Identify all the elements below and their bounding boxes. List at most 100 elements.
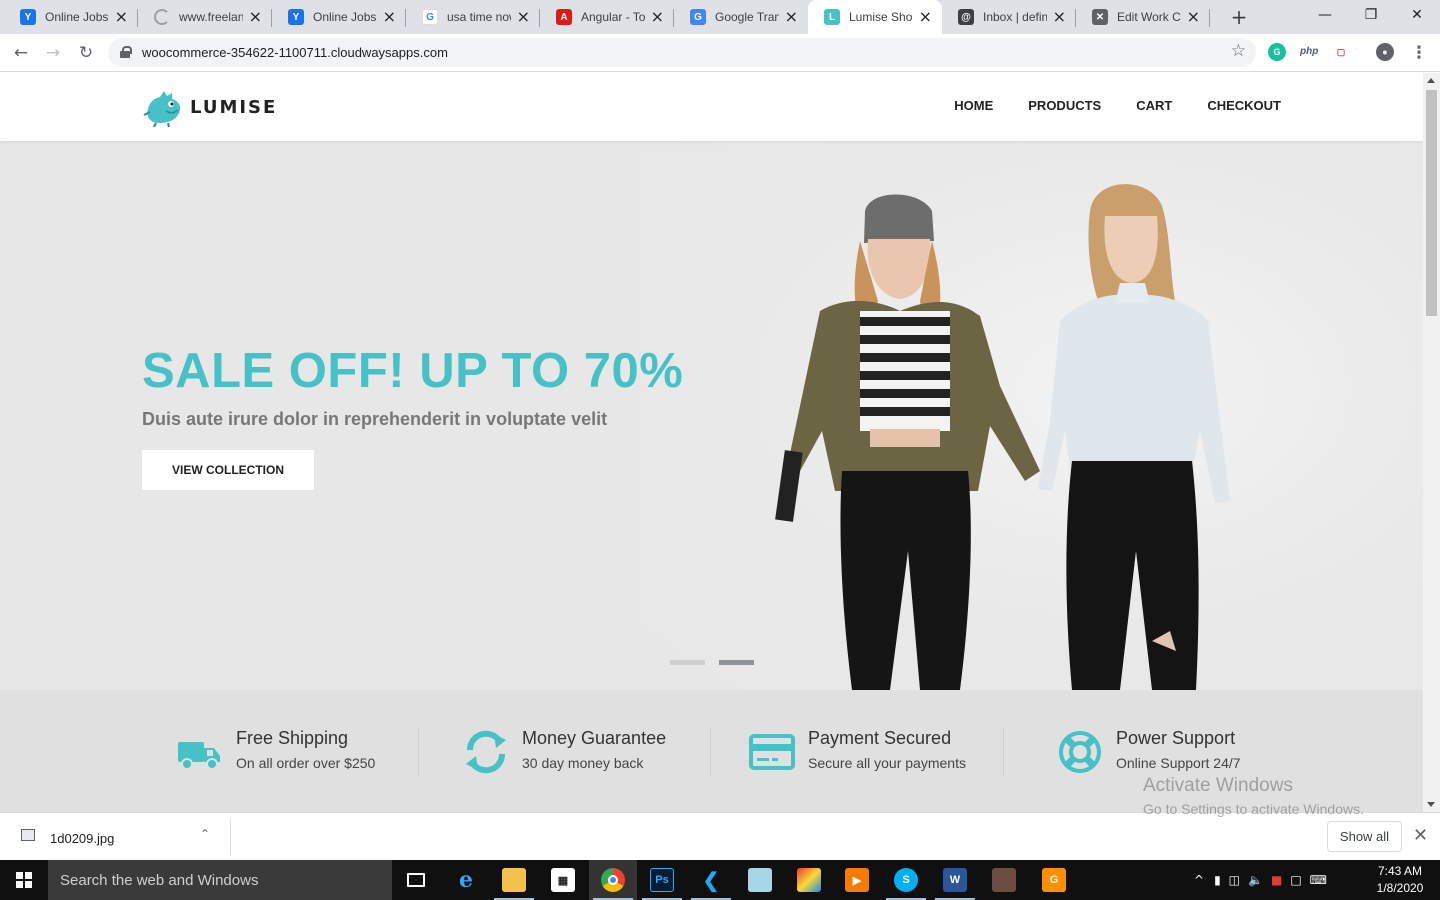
chevron-up-icon[interactable]: ⌃ [200, 827, 210, 841]
file-explorer-icon[interactable] [490, 860, 538, 900]
browser-tab[interactable]: G Google Transl × [674, 0, 808, 34]
volume-icon[interactable]: 🔈 [1248, 873, 1263, 887]
clock-date: 1/8/2020 [1376, 881, 1424, 895]
word-icon[interactable]: W [931, 860, 979, 900]
browser-tab[interactable]: L Lumise Shop × [808, 0, 942, 34]
feature-title: Money Guarantee [522, 728, 667, 748]
windows-taskbar: Search the web and Windows e ▦ Ps ❮ ▶ S … [0, 860, 1440, 900]
slider-dot-1[interactable] [670, 660, 705, 665]
nav-checkout[interactable]: CHECKOUT [1207, 98, 1281, 113]
tray-app-icon[interactable]: ■ [1271, 873, 1282, 887]
close-icon[interactable]: × [249, 9, 262, 25]
chevron-up-icon[interactable]: ^ [1194, 873, 1204, 887]
menu-kebab-icon[interactable]: ⋮ [1406, 40, 1432, 66]
new-tab-button[interactable]: + [1228, 6, 1250, 28]
download-shelf: 1d0209.jpg ⌃ Show all ✕ [0, 812, 1440, 860]
shelf-divider [230, 819, 231, 855]
network-icon[interactable]: ◫ [1229, 873, 1240, 887]
feature-desc: Online Support 24/7 [1116, 755, 1241, 771]
close-icon[interactable]: ✕ [1413, 825, 1428, 846]
browser-tab[interactable]: ✕ Edit Work Co × [1076, 0, 1210, 34]
site-logo[interactable]: LUMISE [142, 87, 277, 127]
scroll-up-icon[interactable] [1427, 78, 1435, 83]
bookmark-star-icon[interactable]: ☆ [1231, 41, 1246, 61]
clock[interactable]: 7:43 AM 1/8/2020 [1372, 863, 1428, 897]
close-icon[interactable]: × [651, 9, 664, 25]
scroll-down-icon[interactable] [1427, 802, 1435, 807]
chrome-icon[interactable] [589, 860, 637, 900]
lock-icon [120, 46, 132, 58]
close-icon[interactable]: × [785, 9, 798, 25]
close-icon[interactable]: × [1053, 9, 1066, 25]
browser-tab[interactable]: Y Online Jobs | × [4, 0, 138, 34]
activate-windows-watermark: Activate Windows Go to Settings to activ… [1143, 775, 1364, 817]
feature-title: Payment Secured [808, 728, 952, 748]
refresh-icon [466, 730, 506, 774]
tab-title: usa time now [447, 10, 511, 24]
paint-icon[interactable] [785, 860, 833, 900]
truck-icon [178, 742, 220, 770]
close-window-button[interactable]: ✕ [1394, 0, 1440, 30]
y-job-icon: Y [288, 9, 304, 25]
vscode-icon[interactable]: ❮ [687, 860, 735, 900]
tab-title: Edit Work Co [1117, 10, 1181, 24]
watermark-subtitle: Go to Settings to activate Windows. [1143, 801, 1364, 817]
tools-icon: ✕ [1092, 9, 1108, 25]
feature-divider [418, 728, 419, 776]
notifications-icon[interactable]: □ [1290, 873, 1301, 887]
nav-products[interactable]: PRODUCTS [1028, 98, 1101, 113]
google-icon: G [422, 9, 438, 25]
minimize-button[interactable]: — [1302, 0, 1348, 30]
media-player-icon[interactable]: ▶ [833, 860, 881, 900]
slider-dot-2-active[interactable] [719, 660, 754, 665]
show-all-button[interactable]: Show all [1327, 821, 1402, 852]
browser-tab[interactable]: @ Inbox | define × [942, 0, 1076, 34]
game-icon[interactable] [980, 860, 1028, 900]
reload-icon[interactable]: ↻ [73, 40, 99, 66]
browser-tab[interactable]: www.freelanc × [138, 0, 272, 34]
brand-name: LUMISE [190, 96, 278, 118]
view-collection-button[interactable]: VIEW COLLECTION [142, 450, 314, 490]
battery-icon[interactable]: ▮ [1214, 873, 1221, 887]
grammarly-icon[interactable]: G [1268, 43, 1286, 61]
browser-tab[interactable]: Y Online Jobs | × [272, 0, 406, 34]
download-filename[interactable]: 1d0209.jpg [50, 831, 114, 846]
close-icon[interactable]: × [383, 9, 396, 25]
hero-slider: SALE OFF! UP TO 70% Duis aute irure dolo… [0, 141, 1423, 690]
edge-icon[interactable]: e [442, 860, 490, 900]
browser-tab[interactable]: A Angular - Tou × [540, 0, 674, 34]
photoshop-icon[interactable]: Ps [638, 860, 686, 900]
forward-icon[interactable]: → [40, 40, 66, 66]
store-icon[interactable]: ▦ [539, 860, 587, 900]
taskbar-search[interactable]: Search the web and Windows [48, 860, 392, 900]
app-g-icon[interactable]: G [1030, 860, 1078, 900]
close-icon[interactable]: × [115, 9, 128, 25]
restore-button[interactable]: ❐ [1348, 0, 1394, 30]
profile-avatar-icon[interactable]: ● [1376, 43, 1394, 61]
notepad-icon[interactable] [736, 860, 784, 900]
close-icon[interactable]: × [517, 9, 530, 25]
close-icon[interactable]: × [1187, 9, 1200, 25]
skype-icon[interactable]: S [882, 860, 930, 900]
start-button[interactable] [0, 860, 48, 900]
clock-time: 7:43 AM [1377, 864, 1423, 878]
browser-toolbar: ← → ↻ woocommerce-354622-1100711.cloudwa… [0, 34, 1440, 72]
page-scrollbar[interactable] [1423, 73, 1440, 812]
close-icon[interactable]: × [919, 9, 932, 25]
scroll-thumb[interactable] [1426, 90, 1437, 316]
feature-payment-secured: Payment Secured Secure all your payments [748, 728, 966, 776]
nav-home[interactable]: HOME [954, 98, 993, 113]
main-nav: HOME PRODUCTS CART CHECKOUT [919, 98, 1281, 113]
address-bar[interactable]: woocommerce-354622-1100711.cloudwaysapps… [108, 38, 1256, 67]
feature-power-support: Power Support Online Support 24/7 [1056, 728, 1241, 776]
y-job-icon: Y [20, 9, 36, 25]
pocket-icon[interactable]: ▢ [1332, 43, 1350, 61]
keyboard-icon[interactable]: ⌨ [1310, 873, 1327, 887]
watermark-title: Activate Windows [1143, 775, 1293, 796]
feature-divider [1003, 728, 1004, 776]
task-view-icon[interactable] [392, 860, 440, 900]
browser-tab[interactable]: Gusa time now × [406, 0, 540, 34]
nav-cart[interactable]: CART [1136, 98, 1172, 113]
php-icon[interactable]: php [1300, 43, 1318, 61]
back-icon[interactable]: ← [8, 40, 34, 66]
